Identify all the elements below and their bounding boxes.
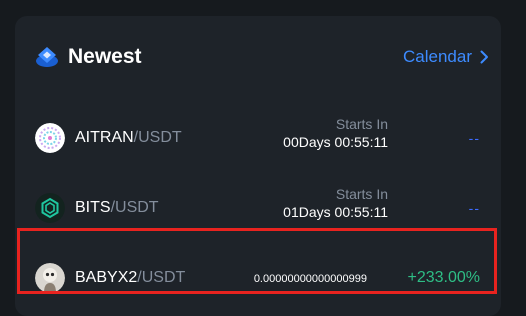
- page-title: Newest: [68, 45, 142, 68]
- change-value: --: [468, 130, 480, 146]
- calendar-link[interactable]: Calendar: [403, 45, 489, 69]
- base-symbol: AITRAN: [75, 129, 134, 146]
- quote-symbol: /USDT: [110, 199, 159, 216]
- aitran-coin-icon: [35, 123, 65, 153]
- highlight-box: [17, 228, 497, 294]
- chevron-right-icon: [480, 50, 488, 64]
- quote-symbol: /USDT: [133, 129, 182, 146]
- starts-in-label: Starts In: [335, 186, 388, 202]
- countdown-value: 01Days 00:55:11: [283, 204, 388, 220]
- list-item-aitran[interactable]: AITRAN/USDT Starts In 00Days 00:55:11 --: [15, 107, 501, 171]
- pair-name: AITRAN/USDT: [75, 127, 182, 149]
- starts-in-label: Starts In: [335, 116, 388, 132]
- bits-coin-icon: [35, 193, 65, 223]
- change-value: --: [468, 200, 480, 216]
- newest-logo-icon: [36, 47, 58, 67]
- card-header: Newest Calendar: [35, 40, 491, 76]
- pair-name: BITS/USDT: [75, 197, 159, 219]
- countdown-value: 00Days 00:55:11: [283, 134, 388, 150]
- countdown: Starts In 01Days 00:55:11: [283, 185, 388, 221]
- countdown: Starts In 00Days 00:55:11: [283, 115, 388, 151]
- base-symbol: BITS: [75, 199, 111, 216]
- calendar-link-label: Calendar: [403, 47, 472, 66]
